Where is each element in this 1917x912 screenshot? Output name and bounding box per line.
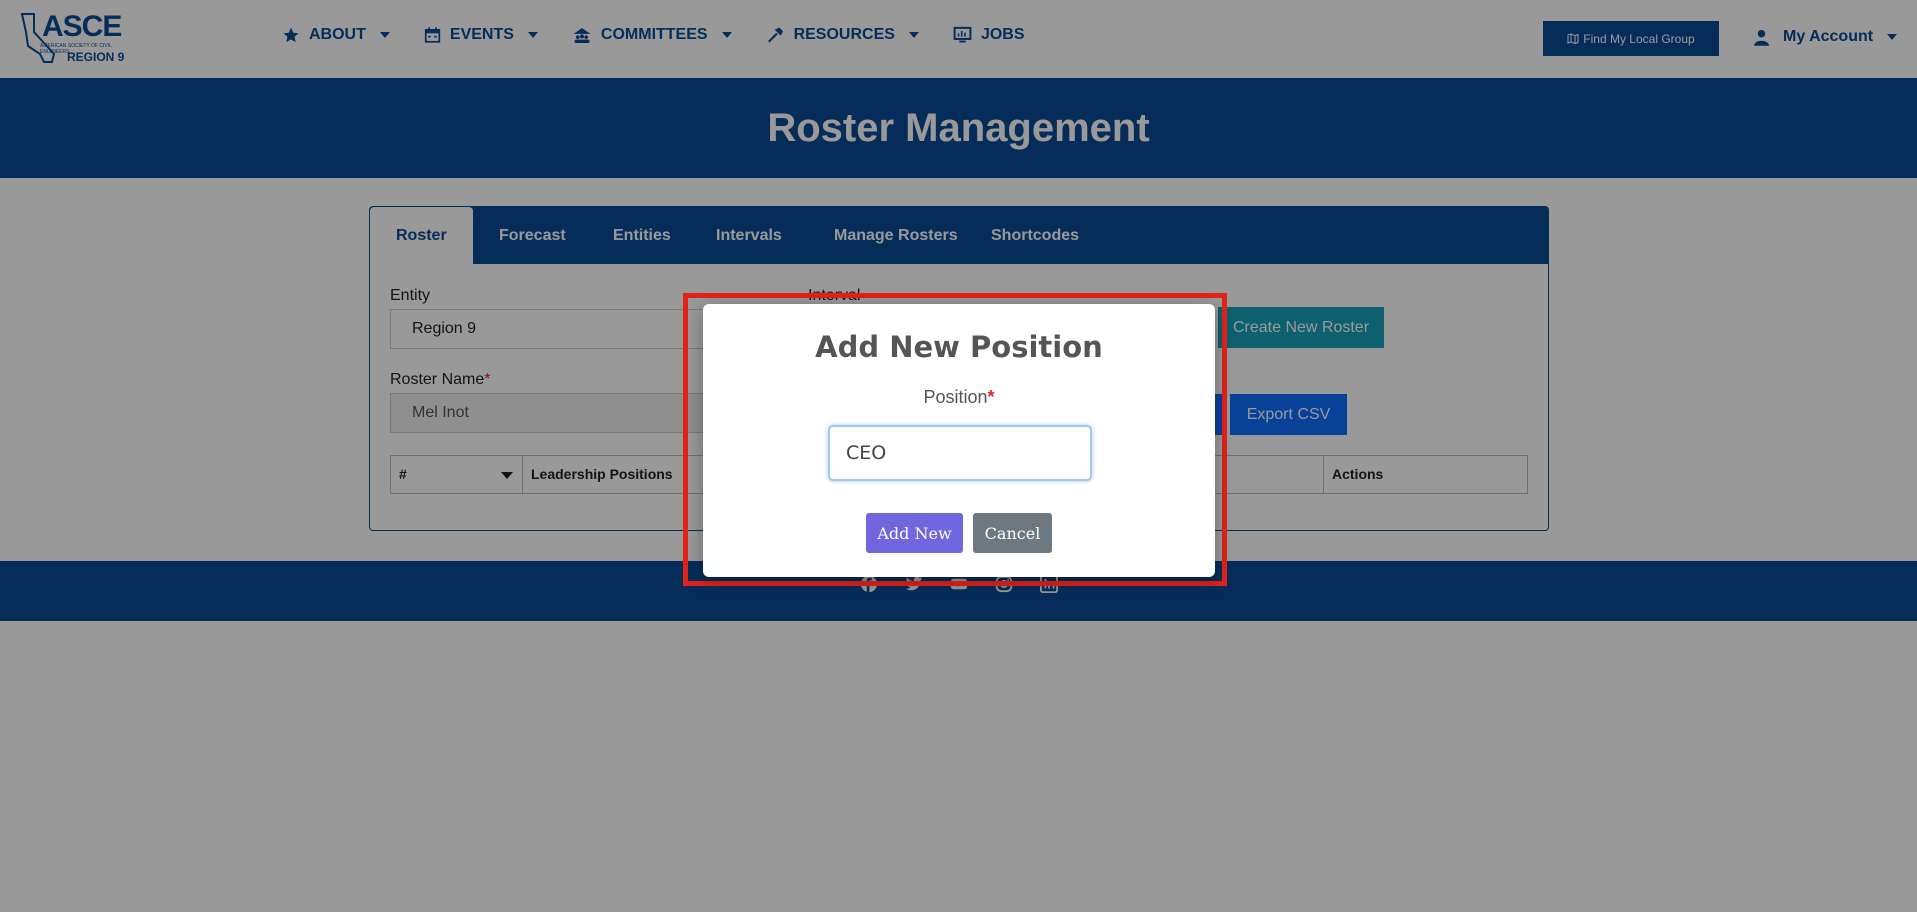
required-mark: *	[987, 387, 995, 407]
position-label: Position*	[703, 387, 1215, 408]
add-new-button[interactable]: Add New	[866, 513, 963, 553]
cancel-button[interactable]: Cancel	[973, 513, 1052, 553]
position-label-text: Position	[923, 387, 988, 407]
dialog-title: Add New Position	[815, 330, 1103, 364]
add-position-dialog: Add New Position Position* Add New Cance…	[703, 304, 1215, 577]
position-input[interactable]	[828, 425, 1092, 481]
